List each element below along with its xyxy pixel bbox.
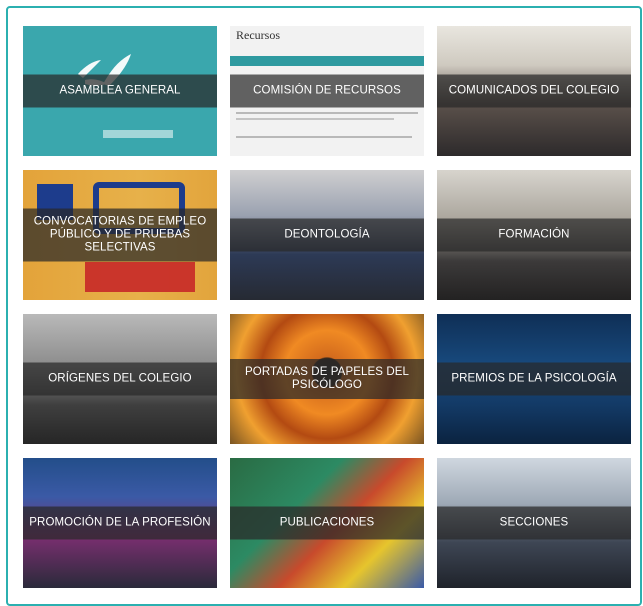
tile-asamblea-general[interactable]: ASAMBLEA GENERAL [23, 26, 217, 156]
tile-label: FORMACIÓN [437, 218, 631, 252]
tile-premios-de-la-psicologia[interactable]: PREMIOS DE LA PSICOLOGÍA [437, 314, 631, 444]
tile-formacion[interactable]: FORMACIÓN [437, 170, 631, 300]
tile-secciones[interactable]: SECCIONES [437, 458, 631, 588]
doc-title: Recursos [236, 28, 280, 42]
tile-promocion-de-la-profesion[interactable]: PROMOCIÓN DE LA PROFESIÓN [23, 458, 217, 588]
tile-label: SECCIONES [437, 506, 631, 540]
tile-comision-de-recursos[interactable]: Recursos COMISIÓN DE RECURSOS [230, 26, 424, 156]
tile-comunicados-del-colegio[interactable]: COMUNICADOS DEL COLEGIO [437, 26, 631, 156]
tile-label: PUBLICACIONES [230, 506, 424, 540]
tile-label: PREMIOS DE LA PSICOLOGÍA [437, 362, 631, 396]
tile-convocatorias-empleo-publico[interactable]: CONVOCATORIAS DE EMPLEO PÚBLICO Y DE PRU… [23, 170, 217, 300]
tile-origenes-del-colegio[interactable]: ORÍGENES DEL COLEGIO [23, 314, 217, 444]
tile-portadas-papeles-del-psicologo[interactable]: PORTADAS DE PAPELES DEL PSICÓLOGO [230, 314, 424, 444]
tile-label: PROMOCIÓN DE LA PROFESIÓN [23, 506, 217, 540]
tile-label: CONVOCATORIAS DE EMPLEO PÚBLICO Y DE PRU… [23, 208, 217, 262]
tile-label: ASAMBLEA GENERAL [23, 74, 217, 108]
tile-label: COMISIÓN DE RECURSOS [230, 74, 424, 108]
tile-label: DEONTOLOGÍA [230, 218, 424, 252]
tile-publicaciones[interactable]: PUBLICACIONES [230, 458, 424, 588]
tile-deontologia[interactable]: DEONTOLOGÍA [230, 170, 424, 300]
tile-label: PORTADAS DE PAPELES DEL PSICÓLOGO [230, 359, 424, 399]
tile-label: COMUNICADOS DEL COLEGIO [437, 74, 631, 108]
doc-header-bar [230, 56, 424, 66]
tile-label: ORÍGENES DEL COLEGIO [23, 362, 217, 396]
